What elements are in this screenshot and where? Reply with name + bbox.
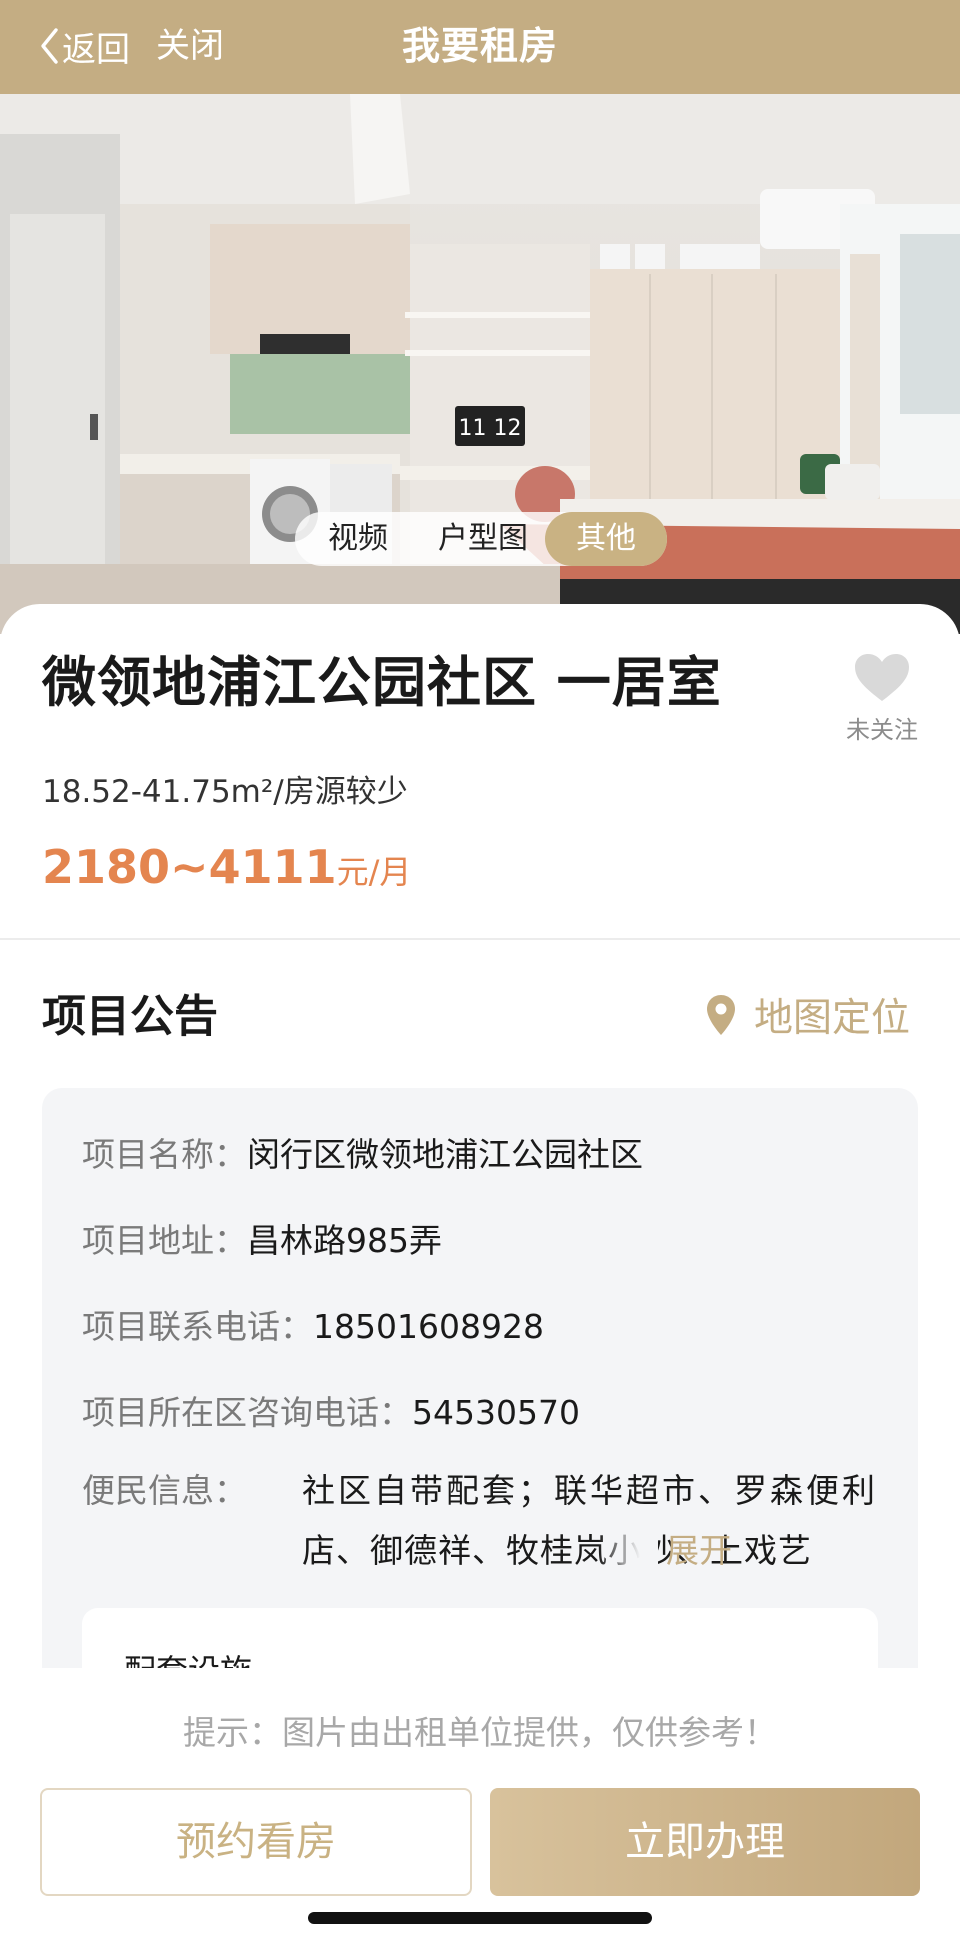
price-range: 2180~4111 — [42, 840, 337, 894]
follow-label: 未关注 — [846, 716, 918, 744]
disclaimer-tip: 提示：图片由出租单位提供，仅供参考！ — [183, 1713, 777, 1752]
notice-title: 项目公告 — [42, 991, 218, 1042]
tab-floor-plan[interactable]: 户型图 — [421, 512, 545, 566]
facilities-title: 配套设施 — [124, 1646, 252, 1668]
home-indicator — [308, 1912, 652, 1924]
follow-button[interactable]: 未关注 — [836, 652, 928, 745]
nav-header: 返回 关闭 我要租房 — [0, 0, 960, 94]
info-value[interactable]: 54530570 — [412, 1393, 580, 1432]
info-key: 项目地址： — [82, 1221, 247, 1260]
convenience-text-line2: 店、御德祥、牧桂岚小炒、上戏艺 — [302, 1531, 812, 1570]
clock-display: 11 12 — [459, 416, 522, 441]
tab-video[interactable]: 视频 — [295, 512, 421, 566]
apply-now-button[interactable]: 立即办理 — [490, 1788, 920, 1896]
info-value: 闵行区微领地浦江公园社区 — [247, 1135, 643, 1174]
info-row: 项目地址：昌林路985弄 — [82, 1214, 442, 1262]
info-key: 便民信息： — [82, 1471, 247, 1510]
info-row: 项目联系电话：18501608928 — [82, 1300, 544, 1348]
section-divider — [0, 938, 960, 940]
property-photo[interactable]: 11 12 视频 户型图 其他 — [0, 94, 960, 634]
property-info-card: 微领地浦江公园社区 一居室 未关注 18.52-41.75m²/房源较少 218… — [0, 604, 960, 938]
page-title: 我要租房 — [401, 24, 558, 68]
bottom-action-bar: 提示：图片由出租单位提供，仅供参考！ 预约看房 立即办理 — [0, 1668, 960, 1937]
info-value[interactable]: 18501608928 — [313, 1307, 544, 1346]
map-location-label: 地图定位 — [754, 996, 911, 1041]
reserve-viewing-button[interactable]: 预约看房 — [40, 1788, 472, 1896]
property-title: 微领地浦江公园社区 一居室 — [42, 651, 722, 714]
info-key: 项目所在区咨询电话： — [82, 1393, 412, 1432]
location-pin-icon — [707, 995, 735, 1035]
text-fade — [598, 1520, 658, 1570]
price: 2180~4111元/月 — [42, 840, 411, 894]
info-key: 项目联系电话： — [82, 1307, 313, 1346]
facilities-card: 配套设施 — [82, 1608, 878, 1668]
media-tab-bar: 视频 户型图 其他 — [295, 512, 667, 566]
expand-button[interactable]: 展开 — [666, 1524, 732, 1572]
price-unit: 元/月 — [336, 853, 412, 891]
info-row: 项目名称：闵行区微领地浦江公园社区 — [82, 1128, 643, 1176]
area-info: 18.52-41.75m²/房源较少 — [42, 774, 408, 810]
notice-box: 项目名称：闵行区微领地浦江公园社区 项目地址：昌林路985弄 项目联系电话：18… — [42, 1088, 918, 1668]
info-row: 项目所在区咨询电话：54530570 — [82, 1386, 580, 1434]
info-value: 昌林路985弄 — [247, 1221, 442, 1260]
heart-icon — [855, 654, 909, 701]
info-key: 项目名称： — [82, 1135, 247, 1174]
map-location-button[interactable]: 地图定位 — [706, 986, 910, 1044]
tab-other[interactable]: 其他 — [545, 512, 667, 566]
convenience-text-line1: 社区自带配套；联华超市、罗森便利 — [302, 1471, 878, 1510]
